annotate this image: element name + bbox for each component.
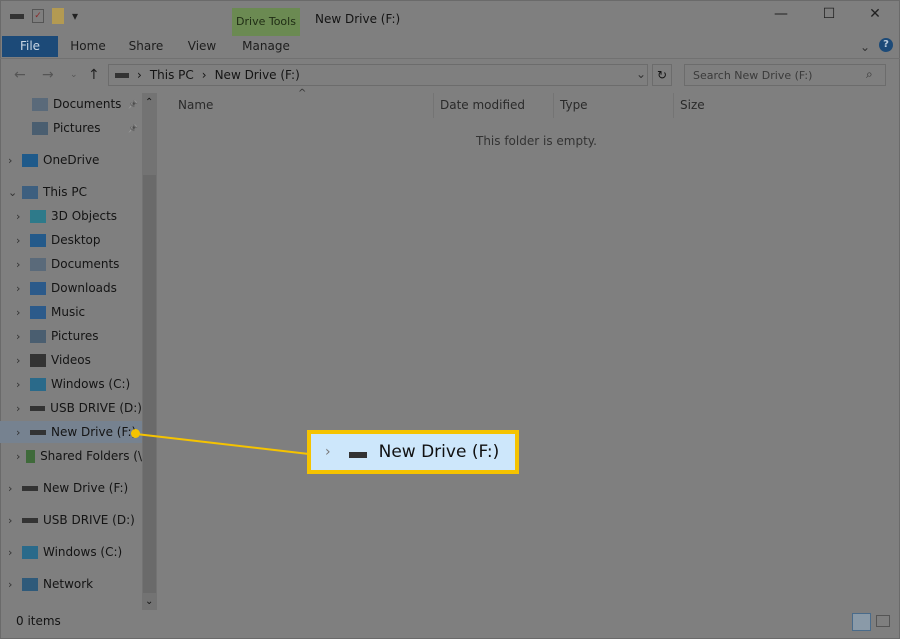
chevron-right-icon: › <box>325 444 331 460</box>
callout-new-drive: › New Drive (F:) <box>307 430 519 474</box>
callout-label: New Drive (F:) <box>378 442 500 462</box>
callout-anchor-dot <box>131 429 140 438</box>
callout-connector <box>135 433 310 455</box>
drive-icon <box>348 452 367 458</box>
